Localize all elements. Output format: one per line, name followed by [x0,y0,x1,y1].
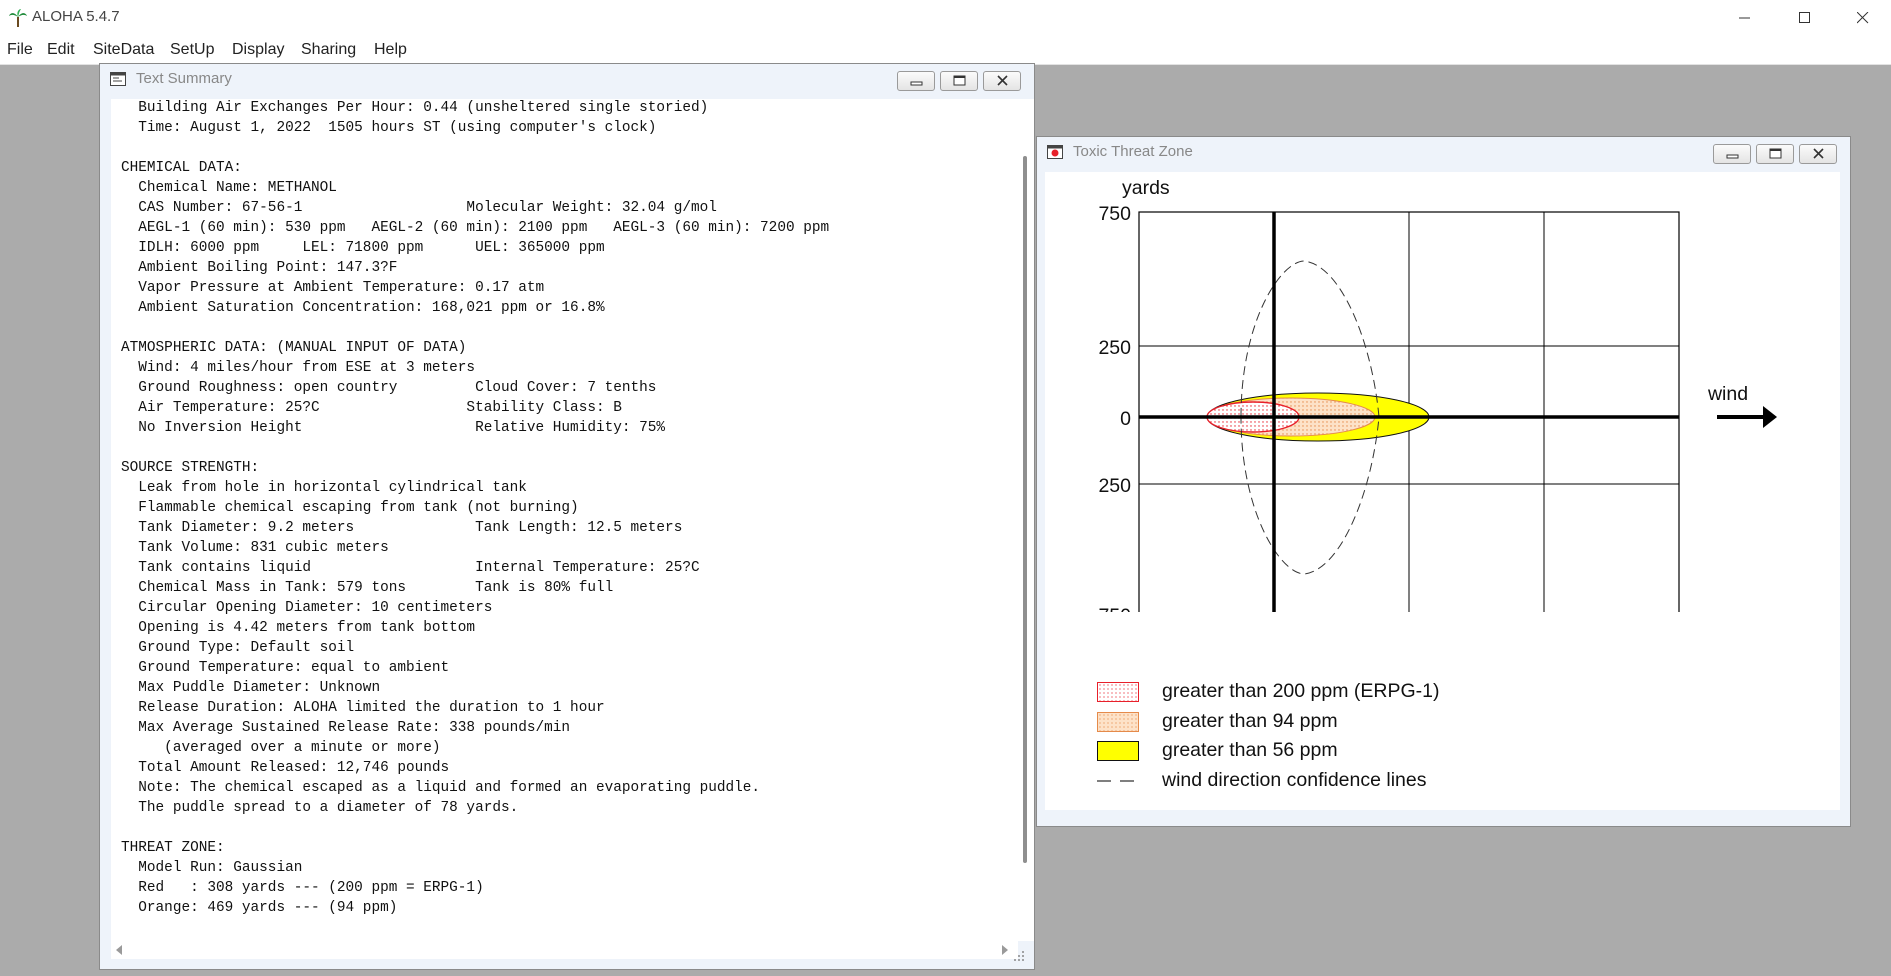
menu-sitedata[interactable]: SiteData [93,41,154,59]
legend-label: wind direction confidence lines [1162,769,1427,791]
dashed-line-swatch [1097,780,1139,782]
threat-zone-plot: yards 750 250 0 250 750 500 0 500 1000 1… [1098,177,1777,612]
menu-sharing[interactable]: Sharing [301,41,356,59]
toxic-threat-zone-window[interactable]: Toxic Threat Zone yards 750 250 0 250 wi… [1036,136,1851,827]
orange-dotted-swatch [1097,712,1139,732]
close-icon [1813,148,1824,159]
red-dotted-swatch [1097,682,1139,702]
minimize-button[interactable] [1722,4,1768,32]
yellow-solid-swatch [1097,741,1139,761]
threat-zone-plot-area: yards 750 250 0 250 750 500 0 500 1000 1… [1045,172,1840,810]
minimize-icon [1726,154,1739,159]
wind-arrow-icon [1717,406,1777,428]
y-axis-label: yards [1122,177,1170,199]
close-icon [997,75,1008,86]
restore-button[interactable] [940,71,978,91]
y-tick-label: 750 [1098,203,1131,225]
resize-grip-icon[interactable] [1012,949,1026,963]
minimize-button[interactable] [1713,144,1751,164]
text-summary-content[interactable]: Building Air Exchanges Per Hour: 0.44 (u… [111,99,1018,941]
scroll-thumb[interactable] [1023,156,1027,863]
window-title: Toxic Threat Zone [1073,143,1193,160]
y-tick-label: 0 [1120,408,1131,430]
summary-text: Building Air Exchanges Per Hour: 0.44 (u… [121,100,830,916]
minimize-icon [910,81,923,86]
app-title: ALOHA 5.4.7 [32,8,120,25]
close-button[interactable] [1840,4,1886,32]
y-tick-label: 250 [1098,337,1131,359]
restore-icon [953,75,966,86]
close-button[interactable] [983,71,1021,91]
close-icon [1857,12,1869,24]
restore-icon [1769,148,1782,159]
menu-edit[interactable]: Edit [47,41,75,59]
maximize-icon [1799,12,1810,23]
restore-button[interactable] [1756,144,1794,164]
document-icon [110,72,126,86]
legend-label: greater than 200 ppm (ERPG-1) [1162,680,1440,702]
menu-file[interactable]: File [7,41,33,59]
menu-bar: File Edit SiteData SetUp Display Sharing… [0,36,1891,65]
close-button[interactable] [1799,144,1837,164]
scroll-left-icon[interactable] [114,945,124,955]
app-titlebar: ALOHA 5.4.7 [0,0,1891,36]
minimize-button[interactable] [897,71,935,91]
y-tick-label: 750 [1098,605,1131,612]
horizontal-scrollbar[interactable] [111,941,1018,959]
minimize-icon [1739,17,1750,19]
y-tick-label: 250 [1098,475,1131,497]
scroll-right-icon[interactable] [1000,945,1010,955]
text-summary-window[interactable]: Text Summary Building Air Exchanges Per … [99,63,1035,970]
wind-label: wind [1707,383,1748,405]
menu-display[interactable]: Display [232,41,284,59]
maximize-button[interactable] [1782,4,1828,32]
palm-tree-icon [8,8,28,28]
threat-zone-icon [1047,145,1063,159]
vertical-scrollbar[interactable] [1018,99,1034,941]
legend-label: greater than 94 ppm [1162,710,1338,732]
menu-setup[interactable]: SetUp [170,41,214,59]
window-title: Text Summary [136,70,232,87]
menu-help[interactable]: Help [374,41,407,59]
legend-label: greater than 56 ppm [1162,739,1338,761]
